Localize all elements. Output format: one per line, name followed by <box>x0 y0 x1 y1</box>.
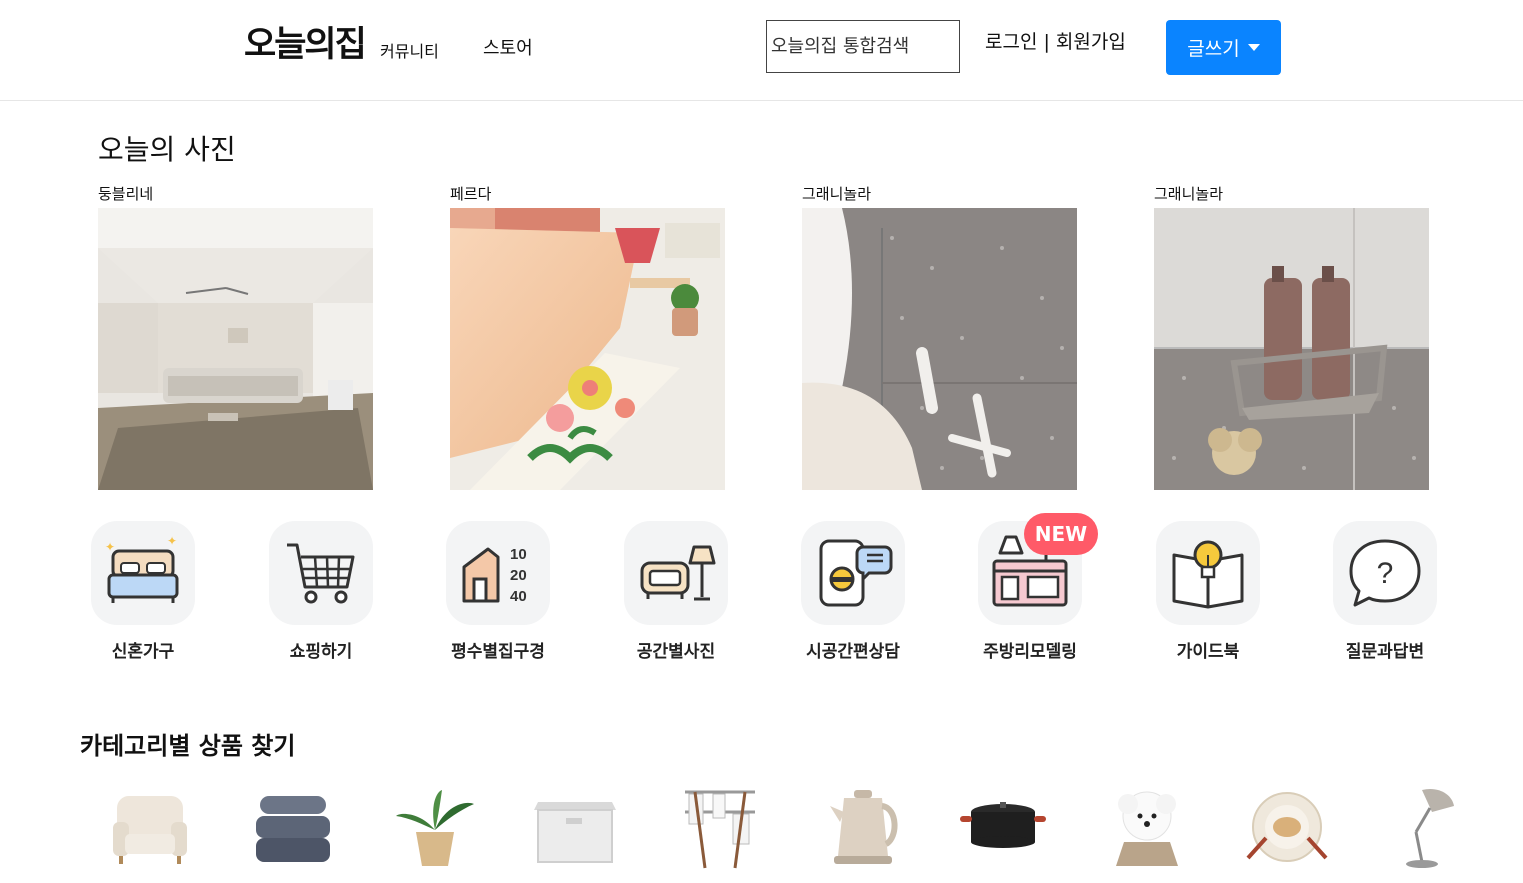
category-bedding[interactable] <box>248 782 338 872</box>
quick-menu-label: 신혼가구 <box>111 642 175 662</box>
photo-bedroom-rug[interactable] <box>450 208 725 490</box>
quick-menu-shopping[interactable]: 쇼핑하기 <box>269 521 373 662</box>
quick-menu-construction-consult[interactable]: 시공간편상담 <box>801 521 905 662</box>
photo-bathroom-wall[interactable] <box>802 208 1077 490</box>
top-header: 오늘의집 커뮤니티 스토어 로그인 | 회원가입 글쓰기 <box>0 0 1523 101</box>
quick-menu-guidebook[interactable]: 가이드북 <box>1156 521 1260 662</box>
size-number: 20 <box>510 567 527 584</box>
desk-lamp-icon <box>1406 788 1454 868</box>
category-lamp[interactable] <box>1382 782 1472 872</box>
quick-menu-label: 가이드북 <box>1176 642 1240 662</box>
guidebook-icon <box>1172 540 1244 609</box>
storage-box-icon <box>534 802 616 863</box>
category-storage[interactable] <box>530 782 620 872</box>
photo-author[interactable]: 페르다 <box>450 183 491 204</box>
bed-icon: ✦ ✦ <box>105 534 179 603</box>
photo-author[interactable]: 그래니놀라 <box>1154 183 1223 204</box>
pet-dog-icon <box>1116 791 1178 866</box>
write-button-label: 글쓰기 <box>1187 38 1240 60</box>
category-kettle[interactable] <box>820 782 910 872</box>
sofa-lamp-icon <box>640 545 716 601</box>
question-bubble-icon: ? <box>1349 539 1421 607</box>
quick-menu-house-by-size[interactable]: 10 20 40 평수별집구경 <box>446 521 550 662</box>
nav-store[interactable]: 스토어 <box>483 34 533 60</box>
quick-menu-qna[interactable]: ? 질문과답변 <box>1333 521 1437 662</box>
tableware-icon <box>1246 792 1328 862</box>
quick-menu-label: 질문과답변 <box>1345 642 1425 662</box>
bedding-icon <box>256 796 330 862</box>
section-title-categories: 카테고리별 상품 찾기 <box>80 732 296 760</box>
logo[interactable]: 오늘의집 <box>244 16 367 67</box>
plant-icon <box>396 790 474 866</box>
photo-author[interactable]: 그래니놀라 <box>802 183 871 204</box>
category-pet[interactable] <box>1102 782 1192 872</box>
category-pot[interactable] <box>958 782 1048 872</box>
drying-rack-icon <box>685 790 755 869</box>
category-tableware[interactable] <box>1242 782 1332 872</box>
photo-author[interactable]: 둥블리네 <box>98 183 153 204</box>
question-glyph: ? <box>1377 557 1394 590</box>
size-number: 10 <box>510 546 527 563</box>
house-size-icon: 10 20 40 <box>462 546 527 605</box>
quick-menu-newlywed-furniture[interactable]: ✦ ✦ 신혼가구 <box>91 521 195 662</box>
cart-icon <box>287 543 355 604</box>
armchair-icon <box>113 796 187 864</box>
consult-phone-icon <box>819 539 893 607</box>
kettle-icon <box>830 790 898 864</box>
svg-text:✦: ✦ <box>105 540 115 554</box>
size-number: 40 <box>510 588 527 605</box>
quick-menu-label: 쇼핑하기 <box>289 642 353 662</box>
quick-menu-label: 공간별사진 <box>636 642 716 662</box>
quick-menu-label: 시공간편상담 <box>806 642 900 662</box>
write-button[interactable]: 글쓰기 <box>1166 20 1281 75</box>
pot-icon <box>960 802 1046 848</box>
category-armchair[interactable] <box>105 782 195 872</box>
search-input[interactable] <box>766 20 960 73</box>
photo-shower-shelf[interactable] <box>1154 208 1429 490</box>
new-badge: NEW <box>1024 513 1098 555</box>
photo-living-room[interactable] <box>98 208 373 490</box>
section-title-photos: 오늘의 사진 <box>98 133 236 166</box>
quick-menu-label: 주방리모델링 <box>983 642 1077 662</box>
category-plant[interactable] <box>390 782 480 872</box>
nav-community[interactable]: 커뮤니티 <box>380 38 439 62</box>
category-drying-rack[interactable] <box>675 782 765 872</box>
quick-menu-photos-by-space[interactable]: 공간별사진 <box>624 521 728 662</box>
svg-text:✦: ✦ <box>167 534 177 548</box>
caret-down-icon <box>1247 44 1260 51</box>
login-signup-link[interactable]: 로그인 | 회원가입 <box>985 27 1126 54</box>
quick-menu-label: 평수별집구경 <box>451 642 545 662</box>
